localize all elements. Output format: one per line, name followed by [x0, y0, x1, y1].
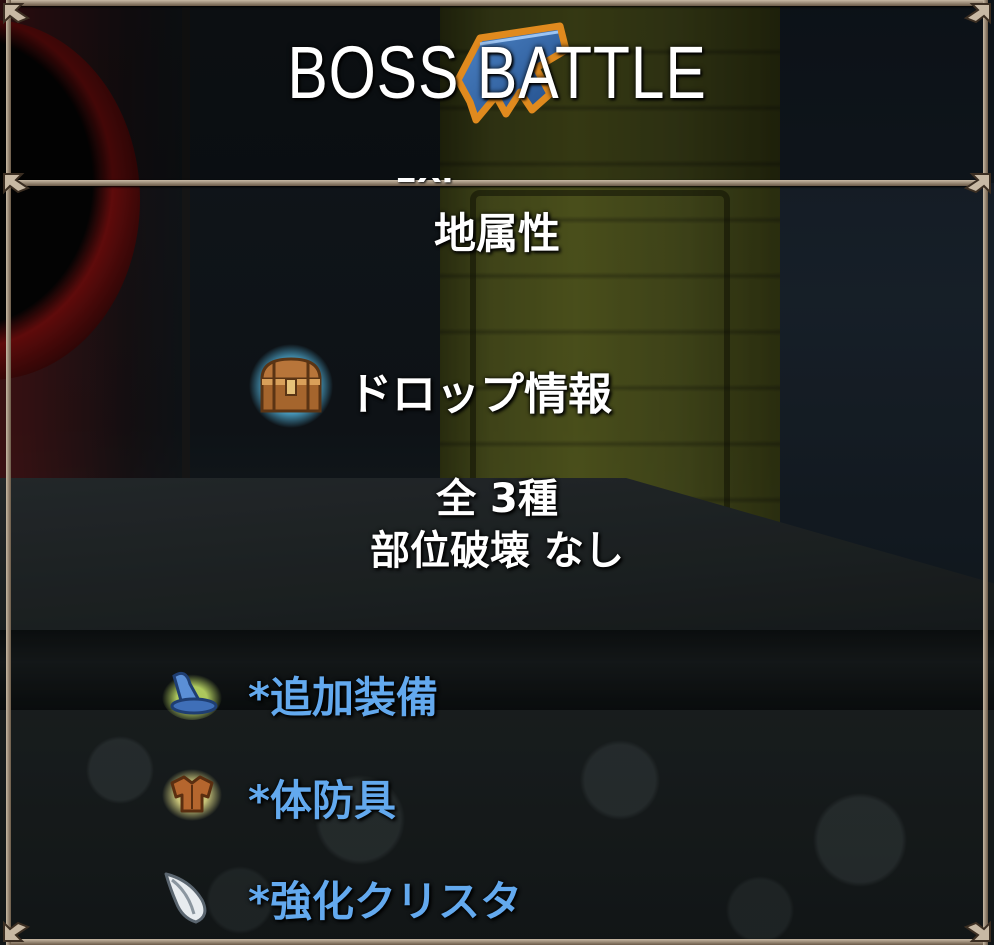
drop-item-label: *追加装備	[248, 673, 438, 722]
drop-item-row: *追加装備	[160, 662, 760, 722]
exp-text-partial: EXP ・・・	[395, 178, 605, 192]
boss-attribute: 地属性	[433, 209, 560, 258]
drop-item-row: *強化クリスタ	[160, 866, 760, 926]
drop-item-label: *強化クリスタ	[248, 877, 522, 926]
boss-battle-title: BOSS BATTLE	[287, 31, 707, 114]
frame-corner-ornament-icon	[963, 3, 991, 25]
frame-corner-ornament-icon	[963, 920, 991, 942]
frame-bottom-border	[10, 939, 984, 945]
wizard-hat-icon	[162, 671, 222, 720]
body-armor-icon	[162, 769, 222, 821]
frame-corner-ornament-icon	[3, 920, 31, 942]
drop-item-label: *体防具	[248, 776, 396, 825]
part-break-info: 部位破壊 なし	[370, 528, 624, 574]
crystal-shard-icon	[164, 872, 207, 924]
drop-total-count: 全 3種	[436, 476, 558, 522]
drop-info-title: ドロップ情報	[348, 369, 612, 420]
frame-top-border	[10, 0, 984, 6]
drop-item-row: *体防具	[160, 765, 760, 825]
treasure-chest-icon	[249, 344, 333, 428]
frame-corner-ornament-icon	[3, 3, 31, 25]
